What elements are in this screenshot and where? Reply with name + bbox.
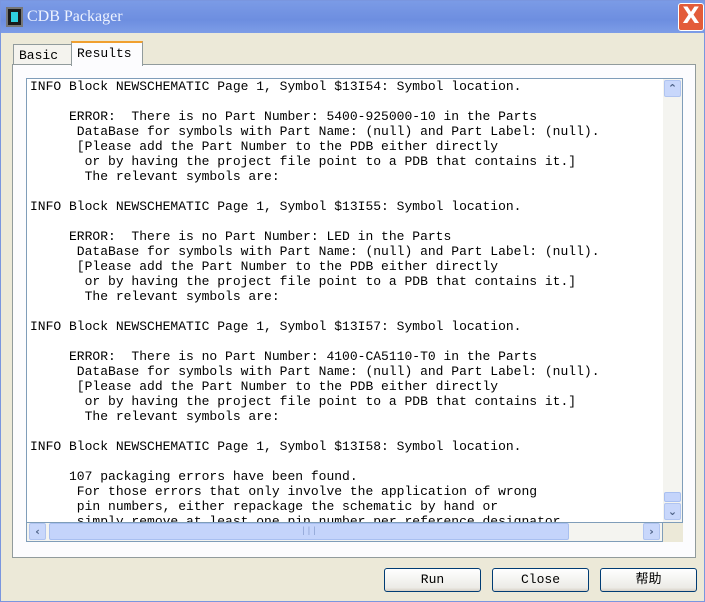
log-line: INFO Block NEWSCHEMATIC Page 1, Symbol $… (30, 79, 522, 94)
close-button[interactable]: Close (492, 568, 589, 592)
log-line: or by having the project file point to a… (30, 154, 577, 169)
close-window-button[interactable]: X (678, 3, 704, 31)
results-log: INFO Block NEWSCHEMATIC Page 1, Symbol $… (27, 79, 663, 523)
tab-basic[interactable]: Basic (13, 44, 72, 66)
vertical-scrollbar[interactable]: ⌃ ⌄ (663, 78, 683, 523)
log-line: [Please add the Part Number to the PDB e… (30, 139, 499, 154)
scroll-left-button[interactable]: ‹ (29, 523, 46, 540)
cdb-packager-window: CDB Packager X Basic Results INFO Block … (0, 0, 705, 602)
log-line: ERROR: There is no Part Number: 5400-925… (30, 109, 538, 124)
log-line: INFO Block NEWSCHEMATIC Page 1, Symbol $… (30, 319, 522, 334)
log-line: 107 packaging errors have been found. (30, 469, 358, 484)
log-line: DataBase for symbols with Part Name: (nu… (30, 364, 600, 379)
scroll-up-button[interactable]: ⌃ (664, 80, 681, 97)
horizontal-scroll-thumb[interactable]: ||| (49, 523, 569, 540)
log-line: or by having the project file point to a… (30, 274, 577, 289)
results-text-area[interactable]: INFO Block NEWSCHEMATIC Page 1, Symbol $… (26, 78, 663, 523)
log-line: pin numbers, either repackage the schema… (30, 499, 499, 514)
scroll-right-button[interactable]: › (643, 523, 660, 540)
log-line: INFO Block NEWSCHEMATIC Page 1, Symbol $… (30, 439, 522, 454)
title-bar: CDB Packager X (1, 1, 704, 33)
log-line: INFO Block NEWSCHEMATIC Page 1, Symbol $… (30, 199, 522, 214)
log-line: The relevant symbols are: (30, 169, 280, 184)
help-button[interactable]: 帮助 (600, 568, 697, 592)
log-line: ERROR: There is no Part Number: LED in t… (30, 229, 452, 244)
log-line: DataBase for symbols with Part Name: (nu… (30, 124, 600, 139)
log-line: or by having the project file point to a… (30, 394, 577, 409)
log-line: DataBase for symbols with Part Name: (nu… (30, 244, 600, 259)
scrollbar-corner (663, 523, 683, 542)
tab-results[interactable]: Results (71, 41, 143, 66)
window-title: CDB Packager (27, 8, 123, 25)
vertical-scroll-thumb[interactable] (664, 492, 681, 502)
log-line: simply remove at least one pin number pe… (30, 514, 561, 523)
horizontal-scrollbar[interactable]: ‹ ||| › (26, 523, 663, 542)
app-icon (6, 7, 23, 27)
log-line: [Please add the Part Number to the PDB e… (30, 259, 499, 274)
scroll-down-button[interactable]: ⌄ (664, 503, 681, 520)
log-line: ERROR: There is no Part Number: 4100-CA5… (30, 349, 538, 364)
log-line: For those errors that only involve the a… (30, 484, 538, 499)
log-line: The relevant symbols are: (30, 409, 280, 424)
run-button[interactable]: Run (384, 568, 481, 592)
log-line: The relevant symbols are: (30, 289, 280, 304)
log-line: [Please add the Part Number to the PDB e… (30, 379, 499, 394)
